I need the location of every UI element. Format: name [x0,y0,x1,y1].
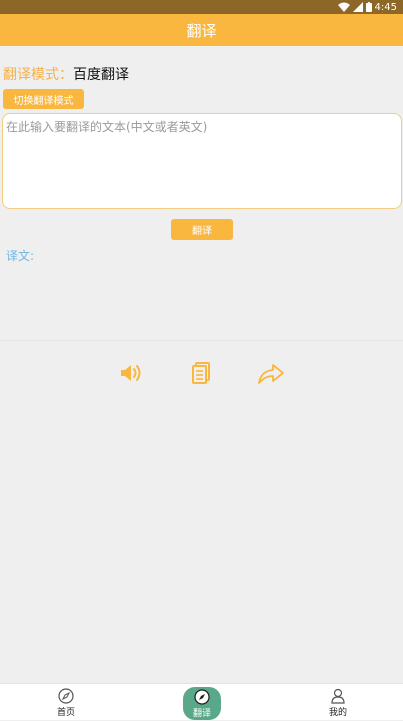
speak-button[interactable] [117,360,145,386]
page-title: 翻译 [186,21,217,40]
nav-item-translate[interactable]: 翻译 [183,687,221,720]
nav-item-mine[interactable]: 我的 [324,684,352,721]
mode-label: 翻译模式： [3,67,73,83]
input-container [2,113,402,209]
result-label: 译文: [6,249,35,263]
translation-mode: 翻译模式：百度翻译 [3,64,129,84]
nav-label-translate: 翻译 [192,708,211,719]
compass-icon [58,687,74,704]
compass-icon [194,688,210,705]
copy-icon [192,362,210,384]
share-icon [258,364,284,384]
signal-icon [352,2,363,12]
copy-button[interactable] [187,360,215,386]
speaker-icon [121,365,141,381]
user-icon [331,688,345,704]
divider [0,340,403,341]
wifi-icon [337,2,350,12]
nav-label-home: 首页 [56,707,75,718]
status-bar: 4:45 [0,0,403,14]
translate-button[interactable]: 翻译 [171,219,233,240]
share-button[interactable] [257,360,285,386]
nav-label-mine: 我的 [328,707,347,718]
mode-value: 百度翻译 [73,67,129,83]
nav-item-home[interactable]: 首页 [52,684,80,721]
status-time: 4:45 [374,1,397,13]
switch-mode-button[interactable]: 切换翻译模式 [3,89,84,109]
app-bar: 翻译 [0,14,403,46]
battery-icon [365,2,372,12]
source-text-input[interactable] [3,114,401,208]
